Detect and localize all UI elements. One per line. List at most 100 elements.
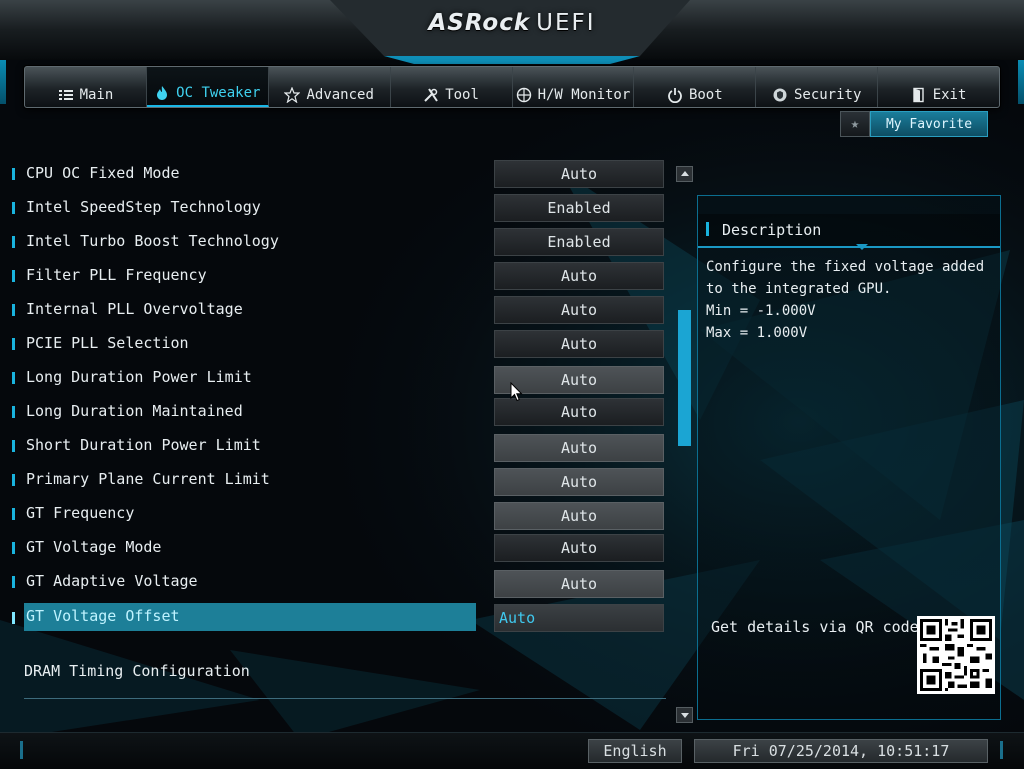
setting-value-input[interactable]: Auto [494, 604, 664, 632]
row-bullet [12, 474, 15, 486]
setting-value[interactable]: Auto [494, 160, 664, 188]
setting-label: CPU OC Fixed Mode [26, 164, 180, 182]
description-header: Description [698, 214, 1000, 250]
tab-security[interactable]: Security [756, 67, 879, 107]
setting-row-speedstep[interactable]: Intel SpeedStep Technology Enabled [8, 194, 668, 222]
setting-value[interactable]: Auto [494, 398, 664, 426]
row-bullet [12, 304, 15, 316]
setting-row-turbo-boost[interactable]: Intel Turbo Boost Technology Enabled [8, 228, 668, 256]
my-favorite-label: My Favorite [870, 111, 988, 137]
qr-code-caption: Get details via QR code [711, 618, 919, 636]
setting-row-filter-pll[interactable]: Filter PLL Frequency Auto [8, 262, 668, 290]
setting-row-gt-voltage-offset[interactable]: GT Voltage Offset Auto [8, 603, 668, 632]
setting-value[interactable]: Auto [494, 434, 664, 462]
flame-icon [157, 86, 168, 100]
tab-tool[interactable]: Tool [391, 67, 513, 107]
row-bullet [12, 372, 15, 384]
tab-main[interactable]: Main [25, 67, 147, 107]
description-line: Max = 1.000V [706, 325, 808, 341]
setting-value[interactable]: Auto [494, 262, 664, 290]
setting-label: Short Duration Power Limit [26, 436, 261, 454]
setting-row-short-duration-power-limit[interactable]: Short Duration Power Limit Auto [8, 434, 668, 462]
setting-label: GT Voltage Mode [26, 538, 162, 556]
setting-value[interactable]: Auto [494, 570, 664, 598]
tab-oc-tweaker[interactable]: OC Tweaker [146, 67, 269, 107]
setting-row-cpu-oc-fixed-mode[interactable]: CPU OC Fixed Mode Auto [8, 160, 668, 188]
setting-value[interactable]: Auto [494, 330, 664, 358]
status-bar-accent [1000, 741, 1003, 759]
setting-label: PCIE PLL Selection [26, 334, 189, 352]
row-bullet [12, 168, 15, 180]
shield-icon [773, 88, 787, 102]
setting-label: Intel Turbo Boost Technology [26, 232, 279, 250]
arrow-down-icon [680, 713, 689, 718]
setting-value[interactable]: Auto [494, 534, 664, 562]
dram-timing-configuration-link[interactable]: DRAM Timing Configuration [24, 662, 250, 680]
qr-code-image[interactable] [917, 616, 995, 694]
status-bar-accent [20, 741, 23, 759]
setting-label: Internal PLL Overvoltage [26, 300, 243, 318]
scroll-up-button[interactable] [676, 166, 693, 182]
description-line: Configure the fixed voltage added [706, 259, 985, 275]
setting-label: Long Duration Maintained [26, 402, 243, 420]
tab-exit-label: Exit [932, 87, 967, 103]
setting-label: Long Duration Power Limit [26, 368, 252, 386]
tab-hw-monitor-label: H/W Monitor [537, 87, 631, 103]
row-bullet [12, 236, 15, 248]
header-bullet [706, 222, 709, 236]
divider [24, 698, 666, 699]
scrollbar-thumb[interactable] [678, 310, 691, 446]
power-icon [668, 88, 682, 103]
tab-oc-tweaker-label: OC Tweaker [176, 85, 261, 101]
star-icon [284, 87, 301, 103]
setting-label: GT Adaptive Voltage [26, 572, 198, 590]
date-time-display: Fri 07/25/2014, 10:51:17 [694, 739, 988, 763]
header-notch [856, 244, 868, 250]
row-bullet [12, 508, 15, 520]
setting-row-long-duration-power-limit[interactable]: Long Duration Power Limit Auto [8, 366, 668, 394]
header: ASRock UEFI Main OC Tweaker Advanced Tool… [0, 0, 1024, 112]
setting-label: Primary Plane Current Limit [26, 470, 270, 488]
setting-row-long-duration-maintained[interactable]: Long Duration Maintained Auto [8, 398, 668, 426]
setting-row-internal-pll-overvoltage[interactable]: Internal PLL Overvoltage Auto [8, 296, 668, 324]
setting-label: GT Frequency [26, 504, 135, 522]
row-bullet [12, 542, 15, 554]
row-bullet [12, 440, 15, 452]
tab-hw-monitor[interactable]: H/W Monitor [513, 67, 635, 107]
brand-logo: ASRock UEFI [428, 10, 596, 36]
tab-tool-label: Tool [445, 87, 479, 103]
setting-value[interactable]: Auto [494, 296, 664, 324]
setting-row-gt-voltage-mode[interactable]: GT Voltage Mode Auto [8, 534, 668, 562]
arrow-up-icon [680, 171, 689, 176]
setting-row-gt-adaptive-voltage[interactable]: GT Adaptive Voltage Auto [8, 570, 668, 598]
language-button[interactable]: English [588, 739, 682, 763]
setting-value[interactable]: Auto [494, 468, 664, 496]
description-text: Configure the fixed voltage added to the… [706, 256, 996, 344]
setting-label: Filter PLL Frequency [26, 266, 207, 284]
tab-bar: Main OC Tweaker Advanced Tool H/W Monito… [24, 66, 1000, 108]
setting-label: Intel SpeedStep Technology [26, 198, 261, 216]
row-bullet [12, 202, 15, 214]
setting-row-primary-plane-current-limit[interactable]: Primary Plane Current Limit Auto [8, 468, 668, 496]
row-bullet [12, 576, 15, 588]
setting-label: GT Voltage Offset [26, 607, 180, 625]
my-favorite-button[interactable]: ★ My Favorite [840, 111, 988, 137]
row-bullet [12, 612, 15, 624]
tab-boot[interactable]: Boot [634, 67, 757, 107]
exit-door-icon [913, 87, 924, 103]
setting-value[interactable]: Enabled [494, 228, 664, 256]
tab-advanced-label: Advanced [306, 87, 374, 103]
tab-main-label: Main [79, 87, 114, 103]
list-icon [58, 90, 73, 100]
description-line: to the integrated GPU. [706, 281, 892, 297]
favorite-star-icon: ★ [840, 111, 870, 137]
status-bar: English Fri 07/25/2014, 10:51:17 [0, 732, 1024, 769]
tab-advanced[interactable]: Advanced [269, 67, 391, 107]
setting-row-gt-frequency[interactable]: GT Frequency Auto [8, 502, 668, 530]
tab-exit[interactable]: Exit [878, 67, 999, 107]
row-bullet [12, 270, 15, 282]
setting-value[interactable]: Enabled [494, 194, 664, 222]
scroll-down-button[interactable] [676, 707, 693, 723]
setting-row-pcie-pll[interactable]: PCIE PLL Selection Auto [8, 330, 668, 358]
setting-value[interactable]: Auto [494, 502, 664, 530]
